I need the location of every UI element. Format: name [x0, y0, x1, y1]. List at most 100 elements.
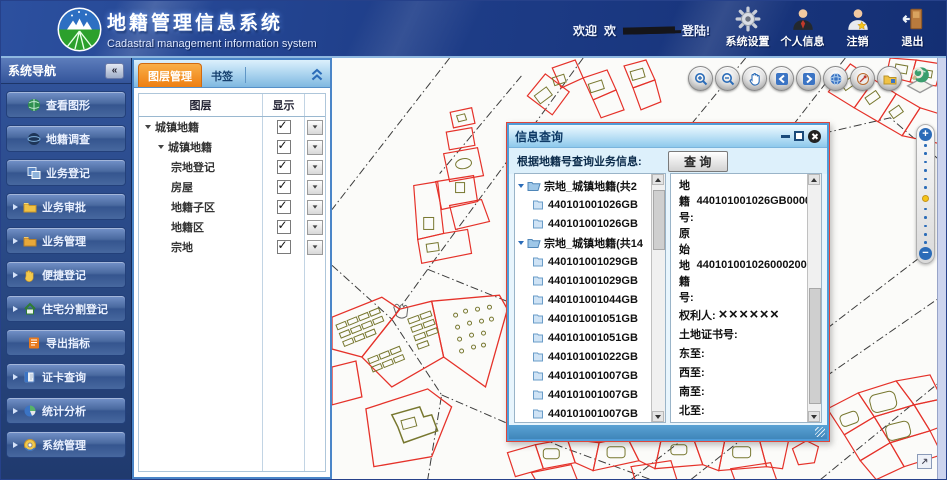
- zoom-level-dot[interactable]: [924, 144, 927, 147]
- sidebar-item-system-manage[interactable]: 系统管理: [6, 431, 126, 458]
- layer-options-dropdown[interactable]: [307, 180, 323, 195]
- zoom-level-dot[interactable]: [924, 241, 927, 244]
- zoom-level-dot[interactable]: [924, 208, 927, 211]
- tree-item[interactable]: 440101001029GB: [518, 252, 650, 271]
- layer-row[interactable]: 宗地登记: [139, 157, 325, 177]
- scroll-up-icon[interactable]: [808, 174, 820, 185]
- sidebar-item-card-query[interactable]: 证卡查询: [6, 363, 126, 390]
- restore-window-button[interactable]: [917, 454, 932, 469]
- scroll-down-icon[interactable]: [808, 411, 820, 422]
- query-button[interactable]: 查 询: [668, 151, 728, 172]
- sidebar-item-business-approval[interactable]: 业务审批: [6, 193, 126, 220]
- layer-options-dropdown[interactable]: [307, 140, 323, 155]
- zoom-out-button[interactable]: [715, 66, 740, 91]
- zoom-slider[interactable]: + −: [916, 124, 935, 264]
- scroll-down-icon[interactable]: [652, 411, 664, 422]
- layer-options-dropdown[interactable]: [307, 160, 323, 175]
- zoom-slider-minus-button[interactable]: −: [919, 247, 932, 260]
- zoom-level-dot[interactable]: [924, 178, 927, 181]
- layer-row[interactable]: 房屋: [139, 177, 325, 197]
- tree-item[interactable]: 440101001022GB: [518, 347, 650, 366]
- exit-button[interactable]: 退出: [885, 6, 940, 49]
- sidebar-item-stats-analysis[interactable]: 统计分析: [6, 397, 126, 424]
- detail-label: 东至:: [679, 345, 705, 361]
- scroll-up-icon[interactable]: [652, 174, 664, 185]
- layer-visible-checkbox[interactable]: [277, 240, 291, 254]
- zoom-level-dot[interactable]: [924, 186, 927, 189]
- tree-item[interactable]: 440101001044GB: [518, 290, 650, 309]
- zoom-level-dot[interactable]: [924, 216, 927, 219]
- zoom-level-dot[interactable]: [924, 169, 927, 172]
- layer-row[interactable]: 城镇地籍: [139, 137, 325, 157]
- full-extent-button[interactable]: [823, 66, 848, 91]
- personal-info-button[interactable]: 个人信息: [775, 6, 830, 49]
- pan-button[interactable]: [742, 66, 767, 91]
- zoom-in-button[interactable]: [688, 66, 713, 91]
- sidebar-item-view-graphics[interactable]: 查看图形: [6, 91, 126, 118]
- details-scroll-thumb[interactable]: [809, 288, 821, 404]
- collapse-layers-icon[interactable]: [308, 67, 326, 83]
- zoom-slider-plus-button[interactable]: +: [919, 128, 932, 141]
- sidebar-item-business-manage[interactable]: 业务管理: [6, 227, 126, 254]
- zoom-slider-track[interactable]: [922, 141, 929, 247]
- tab-bookmarks[interactable]: 书签: [202, 64, 242, 87]
- tree-scroll-thumb[interactable]: [653, 190, 665, 250]
- tree-item[interactable]: 440101001007GB: [518, 404, 650, 423]
- layer-visible-checkbox[interactable]: [277, 180, 291, 194]
- layer-visible-checkbox[interactable]: [277, 160, 291, 174]
- sidebar-collapse-button[interactable]: «: [105, 63, 124, 79]
- layer-row[interactable]: 城镇地籍: [139, 117, 325, 137]
- zoom-level-dot[interactable]: [924, 225, 927, 228]
- system-settings-button[interactable]: 系统设置: [720, 6, 775, 49]
- layer-options-dropdown[interactable]: [307, 220, 323, 235]
- layer-row[interactable]: 宗地: [139, 237, 325, 257]
- zoom-current-level-dot[interactable]: [922, 195, 929, 202]
- layer-options-dropdown[interactable]: [307, 240, 323, 255]
- layer-options-dropdown[interactable]: [307, 200, 323, 215]
- resize-grip[interactable]: [815, 427, 825, 437]
- sidebar-item-export-index[interactable]: 导出指标: [6, 329, 126, 356]
- measure-button[interactable]: [850, 66, 875, 91]
- tree-item[interactable]: 440101001007GB: [518, 366, 650, 385]
- next-extent-button[interactable]: [796, 66, 821, 91]
- layer-options-dropdown[interactable]: [307, 120, 323, 135]
- data-folder-button[interactable]: [877, 66, 902, 91]
- sidebar-item-house-split-register[interactable]: 住宅分割登记: [6, 295, 126, 322]
- layer-visible-checkbox[interactable]: [277, 120, 291, 134]
- layer-visible-checkbox[interactable]: [277, 200, 291, 214]
- details-scrollbar[interactable]: [807, 174, 821, 422]
- tree-scrollbar[interactable]: [651, 174, 665, 422]
- tree-item[interactable]: 440101001051GB: [518, 309, 650, 328]
- map-search-button[interactable]: [904, 63, 935, 94]
- tree-group[interactable]: 宗地_城镇地籍(共2: [518, 176, 650, 195]
- logout-user-button[interactable]: 注销: [830, 6, 885, 49]
- layer-visible-checkbox[interactable]: [277, 220, 291, 234]
- tree-group[interactable]: 宗地_城镇地籍(共14: [518, 233, 650, 252]
- sidebar-item-cadastral-survey[interactable]: 地籍调查: [6, 125, 126, 152]
- right-dock-strip[interactable]: [937, 58, 946, 479]
- layer-row[interactable]: 地籍区: [139, 217, 325, 237]
- layer-caret-icon[interactable]: [158, 145, 164, 149]
- tree-item[interactable]: 440101001007GB: [518, 385, 650, 404]
- tree-item[interactable]: 440101001051GB: [518, 328, 650, 347]
- tree-item[interactable]: 440101001026GB: [518, 195, 650, 214]
- layer-caret-icon[interactable]: [145, 125, 151, 129]
- zoom-level-dot[interactable]: [924, 161, 927, 164]
- layer-row[interactable]: 地籍子区: [139, 197, 325, 217]
- close-button[interactable]: [808, 130, 821, 143]
- previous-extent-button[interactable]: [769, 66, 794, 91]
- sidebar-item-quick-register[interactable]: 便捷登记: [6, 261, 126, 288]
- layer-visible-checkbox[interactable]: [277, 140, 291, 154]
- tab-layer-manage[interactable]: 图层管理: [138, 63, 202, 87]
- app-title: 地籍管理信息系统: [107, 8, 317, 35]
- zoom-level-dot[interactable]: [924, 233, 927, 236]
- tree-item[interactable]: 440101001026GB: [518, 214, 650, 233]
- tree-caret-icon[interactable]: [518, 184, 524, 188]
- tree-item[interactable]: 440101001029GB: [518, 271, 650, 290]
- sidebar-item-business-register[interactable]: 业务登记: [6, 159, 126, 186]
- tree-caret-icon[interactable]: [518, 241, 524, 245]
- dialog-titlebar[interactable]: 信息查询: [509, 125, 827, 148]
- maximize-button[interactable]: [794, 131, 804, 141]
- zoom-level-dot[interactable]: [924, 152, 927, 155]
- minimize-button[interactable]: [781, 135, 790, 138]
